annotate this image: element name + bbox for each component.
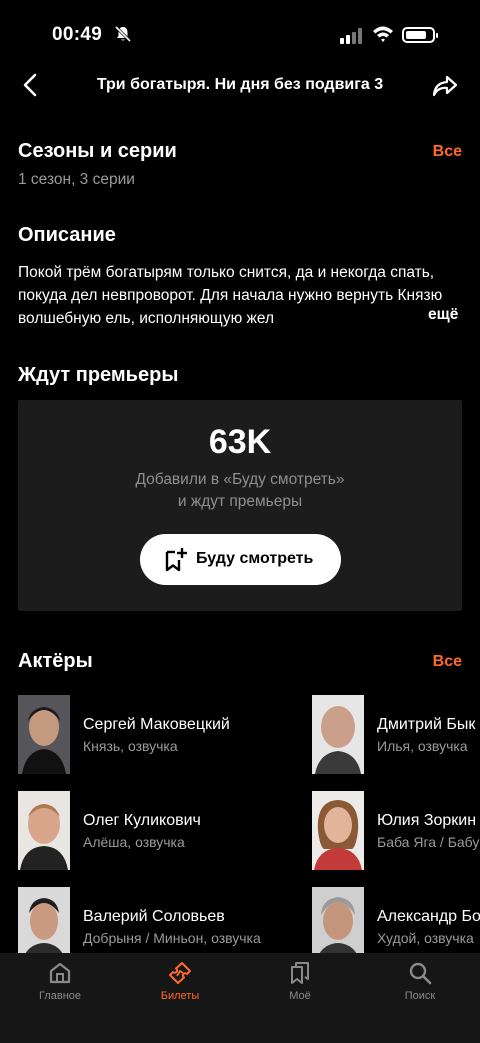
will-watch-label: Буду смотреть [196, 550, 314, 567]
tab-search[interactable]: Поиск [360, 953, 480, 1013]
seasons-summary: 1 сезон, 3 серии [18, 171, 135, 188]
actor-photo [18, 887, 70, 953]
tab-home-label: Главное [38, 990, 82, 1002]
actor-photo [312, 695, 364, 774]
share-icon[interactable] [432, 74, 458, 98]
actors-grid: Сергей Маковецкий Князь, озвучка Олег Ку… [0, 695, 480, 953]
actor-name: Александр Бо [377, 908, 480, 925]
premiere-caption-line1: Добавили в «Буду смотреть» [135, 471, 345, 488]
status-time: 00:49 [52, 24, 103, 45]
actor-role: Князь, озвучка [83, 738, 178, 754]
battery-icon [402, 27, 438, 43]
premiere-card: 63K Добавили в «Буду смотреть» и ждут пр… [18, 400, 462, 611]
actor-photo [312, 887, 364, 953]
actor-card[interactable]: Валерий Соловьев Добрыня / Миньон, озвуч… [18, 887, 318, 953]
tab-search-label: Поиск [404, 990, 436, 1002]
search-icon [409, 962, 432, 985]
actor-name: Валерий Соловьев [83, 908, 225, 925]
actor-photo [18, 791, 70, 870]
awaiting-count: 63K [208, 423, 272, 461]
bookmarks-icon [291, 962, 309, 984]
tab-tickets[interactable]: Билеты [120, 953, 240, 1013]
tab-home[interactable]: Главное [0, 953, 120, 1013]
wifi-icon [373, 26, 393, 42]
seasons-all-link[interactable]: Все [433, 143, 462, 161]
actor-role: Добрыня / Миньон, озвучка [83, 930, 261, 946]
actor-photo [312, 791, 364, 870]
actor-name: Юлия Зоркин [377, 812, 477, 829]
description-more-button[interactable]: ещё [428, 306, 458, 324]
tab-tickets-label: Билеты [160, 990, 200, 1002]
actor-name: Олег Куликович [83, 812, 201, 829]
actor-card[interactable]: Юлия Зоркин Баба Яга / Бабу [312, 791, 480, 871]
cellular-signal-icon [340, 28, 362, 44]
ticket-icon [169, 962, 191, 984]
bottom-tab-bar: Главное Билеты Моё Поиск [0, 953, 480, 1043]
actor-role: Худой, озвучка [377, 930, 474, 946]
actor-photo [18, 695, 70, 774]
actor-role: Илья, озвучка [377, 738, 468, 754]
actor-name: Дмитрий Бык [377, 716, 476, 733]
bell-muted-icon [114, 25, 132, 43]
home-icon [49, 962, 71, 984]
description-heading: Описание [18, 224, 116, 246]
will-watch-button[interactable]: Буду смотреть [140, 534, 341, 585]
bookmark-add-icon [165, 548, 187, 572]
tab-mine[interactable]: Моё [240, 953, 360, 1013]
premiere-caption-line2: и ждут премьеры [177, 493, 303, 510]
status-bar: 00:49 [0, 0, 480, 60]
page-title: Три богатыря. Ни дня без подвига 3 [96, 76, 384, 93]
actor-role: Алёша, озвучка [83, 834, 185, 850]
seasons-heading[interactable]: Сезоны и серии [18, 140, 177, 163]
actor-card[interactable]: Дмитрий Бык Илья, озвучка [312, 695, 480, 775]
actor-card[interactable]: Олег Куликович Алёша, озвучка [18, 791, 318, 871]
back-arrow-icon[interactable] [20, 72, 42, 98]
premiere-heading: Ждут премьеры [18, 364, 179, 386]
actor-card[interactable]: Александр Бо Худой, озвучка [312, 887, 480, 953]
description-fade [330, 304, 426, 328]
actor-card[interactable]: Сергей Маковецкий Князь, озвучка [18, 695, 318, 775]
actor-role: Баба Яга / Бабу [377, 834, 480, 850]
tab-mine-label: Моё [289, 990, 311, 1002]
actor-name: Сергей Маковецкий [83, 716, 230, 733]
actors-all-link[interactable]: Все [433, 653, 462, 671]
actors-heading: Актёры [18, 650, 93, 672]
